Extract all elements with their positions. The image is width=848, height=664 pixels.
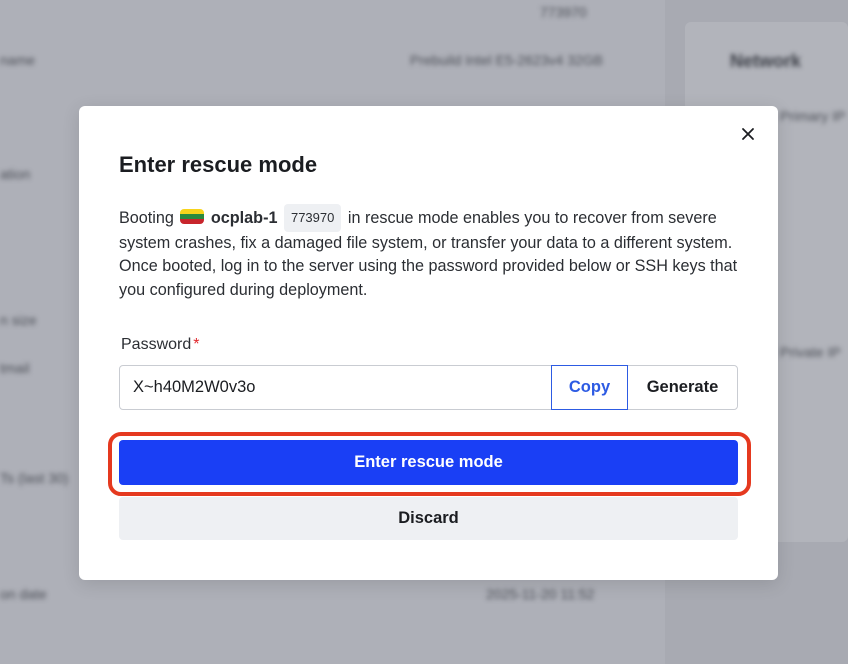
background-text: name [0, 52, 36, 68]
close-button[interactable] [738, 124, 758, 144]
password-input[interactable] [120, 366, 551, 409]
discard-button[interactable]: Discard [119, 497, 738, 540]
background-text: Primary IP [780, 108, 846, 124]
background-text: Prebuild Intel E5-2623v4 32GB [410, 52, 604, 68]
server-id-badge: 773970 [283, 204, 342, 232]
dialog-title: Enter rescue mode [119, 152, 318, 177]
server-name: ocplab-1 [210, 209, 278, 227]
background-text: on date [0, 586, 47, 602]
password-label: Password * [121, 336, 199, 354]
annotation-highlight-box [108, 432, 751, 496]
background-text: ation [0, 166, 31, 182]
background-text: tmail [0, 360, 30, 376]
background-text: n size [0, 312, 37, 328]
background-text: 2025-11-20 11:52 [486, 586, 595, 602]
background-heading: Network [730, 51, 802, 71]
rescue-mode-dialog: Enter rescue mode Booting ocplab-1 77397… [79, 106, 778, 580]
description-prefix: Booting [119, 209, 174, 227]
generate-password-button[interactable]: Generate [628, 366, 737, 409]
close-icon [742, 128, 754, 140]
required-marker: * [193, 336, 200, 353]
copy-password-button[interactable]: Copy [551, 365, 628, 410]
lithuania-flag-icon [180, 209, 205, 224]
background-text: 773970 [540, 4, 587, 20]
password-label-text: Password [121, 336, 192, 353]
password-field-group: Copy Generate [119, 365, 738, 410]
flag-stripe [180, 219, 205, 224]
background-text: Ts (last 30) [0, 470, 69, 486]
dialog-description: Booting ocplab-1 773970 in rescue mode e… [119, 204, 739, 302]
background-text: Private IP [780, 344, 841, 360]
